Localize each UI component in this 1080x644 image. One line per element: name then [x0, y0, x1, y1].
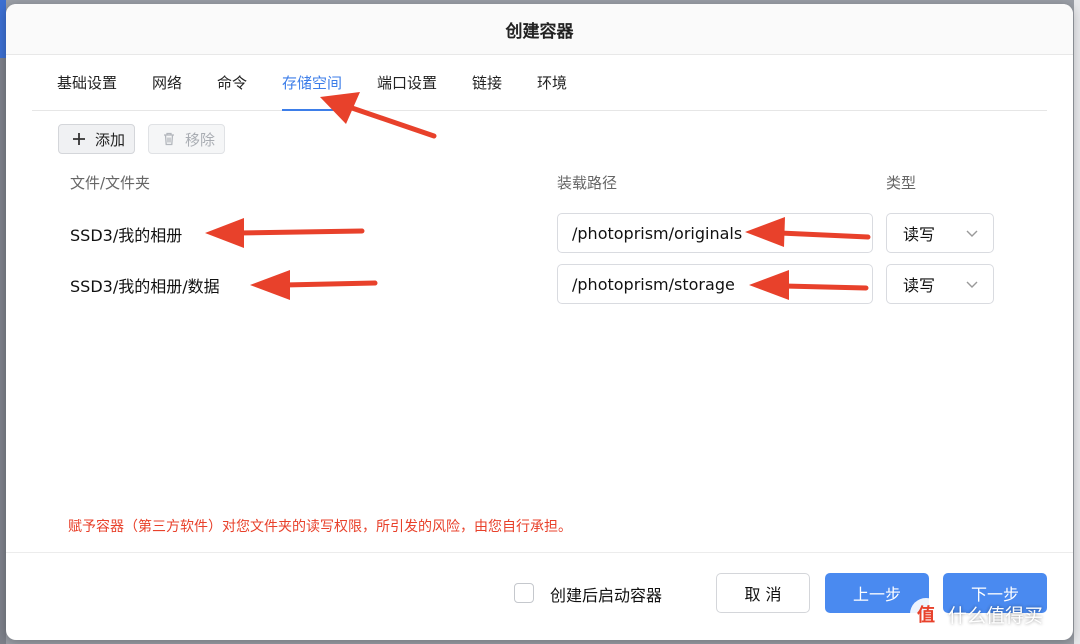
tab-bar: 基础设置 网络 命令 存储空间 端口设置 链接 环境: [32, 54, 1047, 111]
row-2-type-select[interactable]: 读写: [886, 264, 994, 304]
tab-command[interactable]: 命令: [217, 54, 247, 110]
footer-divider: [6, 552, 1073, 553]
autostart-label[interactable]: 创建后启动容器: [550, 582, 662, 606]
row-1-mount-path-input[interactable]: [557, 213, 873, 253]
watermark-logo: 值: [910, 598, 942, 630]
create-container-dialog: 创建容器 基础设置 网络 命令 存储空间 端口设置 链接 环境 添加 移除 文件…: [6, 4, 1073, 640]
background-window-right: [1074, 0, 1080, 644]
row-2-mount-path-input[interactable]: [557, 264, 873, 304]
tab-network[interactable]: 网络: [152, 54, 182, 110]
trash-icon: [164, 132, 174, 146]
watermark-text: 什么值得买: [948, 604, 1044, 627]
row-2-type-value: 读写: [903, 276, 936, 295]
chevron-down-icon: [966, 281, 978, 288]
autostart-checkbox[interactable]: [514, 583, 534, 603]
column-header-type: 类型: [886, 174, 917, 192]
remove-button[interactable]: 移除: [148, 124, 225, 154]
permission-warning: 赋予容器（第三方软件）对您文件夹的读写权限，所引发的风险，由您自行承担。: [68, 519, 572, 535]
cancel-button[interactable]: 取 消: [716, 573, 810, 613]
row-2-file-label: SSD3/我的相册/数据: [70, 277, 220, 296]
add-button[interactable]: 添加: [58, 124, 135, 154]
watermark: 值 什么值得买: [910, 598, 1043, 630]
row-1-type-select[interactable]: 读写: [886, 213, 994, 253]
dialog-title: 创建容器: [6, 4, 1073, 55]
tab-links[interactable]: 链接: [472, 54, 502, 110]
chevron-down-icon: [966, 230, 978, 237]
tab-environment[interactable]: 环境: [537, 54, 567, 110]
row-1-file-label: SSD3/我的相册: [70, 226, 183, 245]
plus-icon: [73, 133, 85, 145]
row-1-type-value: 读写: [903, 225, 936, 244]
tab-port-settings[interactable]: 端口设置: [377, 54, 437, 110]
tab-basic-settings[interactable]: 基础设置: [57, 54, 117, 110]
tab-storage[interactable]: 存储空间: [282, 54, 343, 111]
column-header-mount-path: 装载路径: [557, 174, 618, 192]
column-header-file: 文件/文件夹: [70, 174, 151, 192]
add-button-label: 添加: [95, 130, 126, 149]
remove-button-label: 移除: [185, 130, 216, 149]
